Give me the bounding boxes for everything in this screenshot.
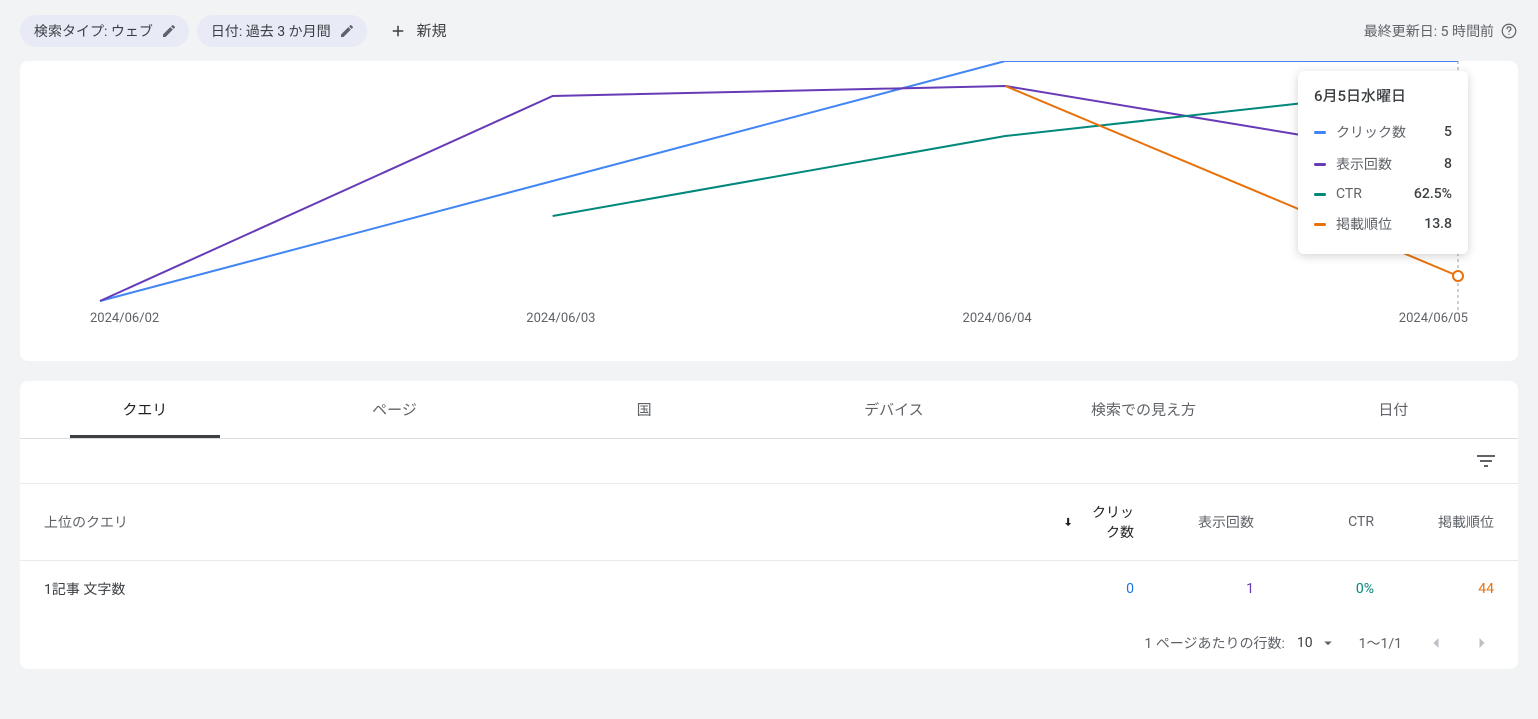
- rows-per-page-label: 1 ページあたりの行数:: [1144, 633, 1284, 653]
- x-tick: 2024/06/04: [963, 311, 1032, 326]
- pagination: 1 ページあたりの行数: 10 1～1/1: [20, 617, 1518, 669]
- last-update-text: 最終更新日: 5 時間前: [1364, 21, 1494, 41]
- tab-label: クエリ: [122, 401, 167, 419]
- col-query[interactable]: 上位のクエリ: [20, 484, 1038, 561]
- tooltip-row-position: 掲載順位 13.8: [1314, 208, 1452, 240]
- table-row[interactable]: 1記事 文字数 0 1 0% 44: [20, 561, 1518, 618]
- cell-impressions: 1: [1158, 561, 1278, 618]
- arrow-down-icon: [1062, 514, 1074, 530]
- x-tick: 2024/06/03: [526, 311, 595, 326]
- tooltip-label: クリック数: [1336, 122, 1434, 142]
- dimension-tabs: クエリ ページ 国 デバイス 検索での見え方 日付: [20, 381, 1518, 439]
- query-table: 上位のクエリ クリック数 表示回数 CTR 掲載順位 1記事 文字数 0 1 0…: [20, 483, 1518, 617]
- filter-list-icon[interactable]: [1474, 449, 1498, 473]
- filter-chip-date[interactable]: 日付: 過去 3 か月間: [197, 15, 367, 47]
- top-filter-bar: 検索タイプ: ウェブ 日付: 過去 3 か月間 新規 最終更新日: 5 時間前: [0, 0, 1538, 61]
- col-label: 上位のクエリ: [44, 515, 128, 531]
- new-filter-label: 新規: [417, 20, 447, 41]
- tab-page[interactable]: ページ: [270, 381, 520, 438]
- tab-query[interactable]: クエリ: [20, 381, 270, 438]
- pencil-icon: [339, 23, 355, 39]
- tooltip-row-clicks: クリック数 5: [1314, 116, 1452, 148]
- pencil-icon: [161, 23, 177, 39]
- cell-clicks: 0: [1038, 561, 1158, 618]
- col-label: クリック数: [1080, 502, 1134, 542]
- x-tick: 2024/06/05: [1399, 311, 1468, 326]
- tooltip-value: 62.5%: [1414, 186, 1452, 202]
- tooltip-date: 6月5日水曜日: [1314, 85, 1452, 106]
- tooltip-row-impressions: 表示回数 8: [1314, 148, 1452, 180]
- tab-country[interactable]: 国: [519, 381, 769, 438]
- col-label: 表示回数: [1198, 515, 1254, 531]
- rows-per-page: 1 ページあたりの行数: 10: [1144, 633, 1336, 653]
- tab-label: 検索での見え方: [1091, 401, 1196, 419]
- tooltip-value: 5: [1444, 124, 1452, 140]
- tab-appearance[interactable]: 検索での見え方: [1019, 381, 1269, 438]
- swatch-icon: [1314, 223, 1326, 226]
- last-update: 最終更新日: 5 時間前: [1364, 21, 1518, 41]
- col-position[interactable]: 掲載順位: [1398, 484, 1518, 561]
- performance-chart[interactable]: [50, 61, 1488, 311]
- table-filter-bar: [20, 439, 1518, 483]
- tooltip-label: 掲載順位: [1336, 214, 1414, 234]
- tooltip-label: CTR: [1336, 186, 1404, 202]
- col-clicks[interactable]: クリック数: [1038, 484, 1158, 561]
- tab-label: 国: [637, 401, 652, 419]
- page-range: 1～1/1: [1359, 633, 1402, 653]
- next-page-button[interactable]: [1470, 631, 1494, 655]
- swatch-icon: [1314, 193, 1326, 196]
- cell-ctr: 0%: [1278, 561, 1398, 618]
- cell-query: 1記事 文字数: [20, 561, 1038, 618]
- chevron-right-icon: [1472, 633, 1492, 653]
- tab-label: 日付: [1378, 401, 1408, 419]
- help-icon[interactable]: [1500, 22, 1518, 40]
- col-label: 掲載順位: [1438, 515, 1494, 531]
- swatch-icon: [1314, 163, 1326, 166]
- col-impressions[interactable]: 表示回数: [1158, 484, 1278, 561]
- chart-tooltip: 6月5日水曜日 クリック数 5 表示回数 8 CTR 62.5% 掲載順位 13…: [1298, 71, 1468, 254]
- new-filter-button[interactable]: 新規: [375, 14, 461, 47]
- x-tick: 2024/06/02: [90, 311, 159, 326]
- tab-date[interactable]: 日付: [1268, 381, 1518, 438]
- table-header-row: 上位のクエリ クリック数 表示回数 CTR 掲載順位: [20, 484, 1518, 561]
- rows-per-page-select[interactable]: 10: [1297, 634, 1337, 652]
- plus-icon: [389, 22, 407, 40]
- tooltip-row-ctr: CTR 62.5%: [1314, 180, 1452, 208]
- col-ctr[interactable]: CTR: [1278, 484, 1398, 561]
- tab-device[interactable]: デバイス: [769, 381, 1019, 438]
- tab-label: デバイス: [864, 401, 924, 419]
- chevron-down-icon: [1319, 634, 1337, 652]
- filter-chip-label: 日付: 過去 3 か月間: [211, 21, 331, 41]
- rows-per-page-value: 10: [1297, 635, 1313, 651]
- performance-chart-card: 2024/06/02 2024/06/03 2024/06/04 2024/06…: [20, 61, 1518, 361]
- filter-chip-search-type[interactable]: 検索タイプ: ウェブ: [20, 15, 189, 47]
- col-label: CTR: [1348, 514, 1374, 530]
- query-table-card: クエリ ページ 国 デバイス 検索での見え方 日付 上位のクエリ クリック数 表…: [20, 381, 1518, 669]
- chevron-left-icon: [1426, 633, 1446, 653]
- filter-chip-label: 検索タイプ: ウェブ: [34, 21, 153, 41]
- cell-position: 44: [1398, 561, 1518, 618]
- prev-page-button[interactable]: [1424, 631, 1448, 655]
- tooltip-value: 8: [1444, 156, 1452, 172]
- tooltip-label: 表示回数: [1336, 154, 1434, 174]
- tooltip-value: 13.8: [1424, 216, 1452, 232]
- chart-x-axis: 2024/06/02 2024/06/03 2024/06/04 2024/06…: [50, 311, 1488, 326]
- tab-label: ページ: [372, 401, 417, 419]
- swatch-icon: [1314, 131, 1326, 134]
